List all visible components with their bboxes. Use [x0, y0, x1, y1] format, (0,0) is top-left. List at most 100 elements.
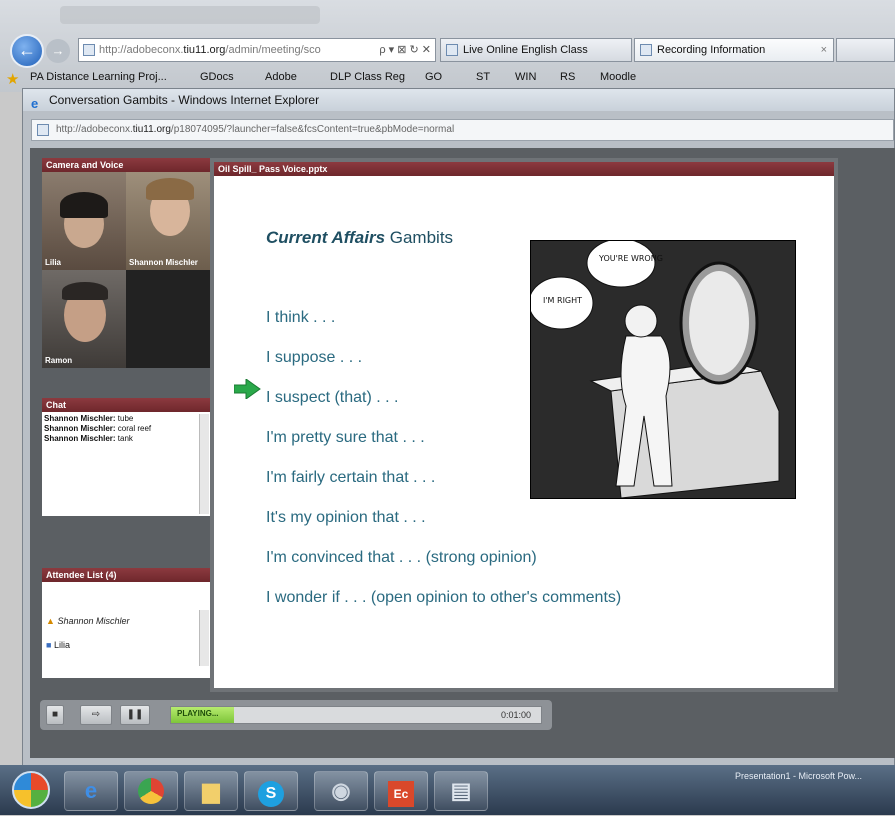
slide-title-rest: Gambits — [385, 228, 454, 247]
chat-sender: Shannon Mischler: — [44, 424, 116, 433]
chat-text: tank — [117, 434, 133, 443]
pause-icon: ❚❚ — [126, 709, 144, 720]
taskbar-skype-button[interactable]: S — [244, 771, 298, 811]
attendee-row[interactable]: ▲ Shannon Mischler — [46, 616, 129, 626]
webcam-icon: ◉ — [331, 778, 351, 803]
playback-time: 0:01:00 — [500, 710, 531, 720]
attendee-name: Shannon Mischler — [57, 616, 130, 626]
chat-scrollbar[interactable] — [199, 414, 209, 514]
chat-pod-header: Chat — [42, 398, 210, 412]
attendee-scrollbar[interactable] — [199, 610, 209, 666]
tab-recording-information[interactable]: Recording Information × — [634, 38, 834, 62]
gambit-item: I'm fairly certain that . . . — [266, 469, 436, 486]
gambit-item: I wonder if . . . (open opinion to other… — [266, 589, 622, 606]
taskbar-app-button[interactable]: ▤ — [434, 771, 488, 811]
fav-moodle[interactable]: Moodle — [600, 71, 636, 83]
address-path: /admin/meeting/sco — [225, 44, 321, 56]
attendee-pod-header: Attendee List (4) — [42, 568, 210, 582]
fav-go[interactable]: GO — [425, 71, 442, 83]
chat-messages: Shannon Mischler: tube Shannon Mischler:… — [44, 414, 196, 444]
fav-pa-distance-learning[interactable]: PA Distance Learning Proj... — [30, 71, 167, 83]
popup-title: Conversation Gambits - Windows Internet … — [49, 93, 320, 107]
page-icon — [83, 44, 95, 56]
person-hair — [60, 192, 108, 218]
fav-st[interactable]: ST — [476, 71, 490, 83]
gambit-item: I think . . . — [266, 309, 336, 326]
host-icon: ▲ — [46, 616, 55, 626]
gambit-item: I suppose . . . — [266, 349, 363, 366]
taskbar-explorer-button[interactable]: ▆ — [184, 771, 238, 811]
new-tab-button[interactable] — [836, 38, 895, 62]
taskbar-chrome-button[interactable] — [124, 771, 178, 811]
chrome-icon — [125, 772, 177, 816]
chat-message: Shannon Mischler: coral reef — [44, 424, 196, 434]
popup-address-domain: tiu11.org — [132, 124, 171, 135]
stop-button[interactable]: ■ — [46, 705, 64, 725]
folder-icon: ▆ — [202, 778, 220, 803]
ie-icon: e — [84, 778, 98, 803]
slide-title: Current Affairs Gambits — [266, 228, 453, 248]
mirror-cartoon-image: YOU'RE WRONG I'M RIGHT — [528, 238, 796, 499]
fav-win[interactable]: WIN — [515, 71, 536, 83]
attendee-pod: Attendee List (4) ▲ Shannon Mischler ■ L… — [42, 568, 210, 678]
playback-mode-button[interactable]: ⇨ — [80, 705, 112, 725]
playback-status: PLAYING... — [177, 709, 219, 718]
chat-message: Shannon Mischler: tank — [44, 434, 196, 444]
cartoon-drawing: YOU'RE WRONG I'M RIGHT — [528, 238, 795, 499]
person-hair — [146, 178, 194, 200]
chat-pod: Chat Shannon Mischler: tube Shannon Misc… — [42, 398, 210, 516]
chat-text: tube — [117, 414, 134, 423]
taskbar-ie-button[interactable]: e — [64, 771, 118, 811]
skype-icon: S — [245, 772, 297, 810]
camera-name: Shannon Mischler — [129, 258, 198, 267]
gambit-item: I'm convinced that . . . (strong opinion… — [266, 549, 537, 566]
green-pointer-arrow-icon — [234, 379, 261, 399]
chat-sender: Shannon Mischler: — [44, 414, 116, 423]
popup-address-bar[interactable]: http://adobeconx.tiu11.org/p18074095/?la… — [31, 119, 894, 141]
taskbar-window-label[interactable]: Presentation1 - Microsoft Pow... — [735, 771, 862, 781]
app-icon: ▤ — [450, 778, 472, 803]
chat-message: Shannon Mischler: tube — [44, 414, 196, 424]
tab-label: Recording Information — [657, 44, 766, 56]
fav-rs[interactable]: RS — [560, 71, 575, 83]
camera-feed-ramon[interactable]: Ramon — [42, 270, 126, 368]
back-button[interactable]: ← — [10, 34, 44, 68]
camera-feed-lilia[interactable]: Lilia — [42, 172, 126, 270]
address-domain: tiu11.org — [183, 44, 226, 56]
gambit-item: It's my opinion that . . . — [266, 509, 426, 526]
popup-address-path: /p18074095/?launcher=false&fcsContent=tr… — [170, 124, 455, 135]
camera-feed-shannon[interactable]: Shannon Mischler — [126, 172, 210, 270]
address-controls[interactable]: ρ ▾ ⊠ ↻ ✕ — [379, 39, 431, 61]
presentation-header: Oil Spill_ Pass Voice.pptx — [214, 162, 834, 176]
adobe-connect-icon: Ec — [375, 772, 427, 810]
fav-adobe[interactable]: Adobe — [265, 71, 297, 83]
fav-gdocs[interactable]: GDocs — [200, 71, 234, 83]
attendee-row[interactable]: ■ Lilia — [46, 640, 70, 650]
camera-voice-pod: Camera and Voice Lilia Shannon Mischler … — [42, 158, 210, 368]
pause-button[interactable]: ❚❚ — [120, 705, 150, 725]
tab-label: Live Online English Class — [463, 44, 588, 56]
ie-logo-icon: e — [31, 96, 39, 111]
forward-button[interactable]: → — [46, 39, 70, 63]
popup-title-bar: e Conversation Gambits - Windows Interne… — [23, 89, 894, 111]
playback-progress-bar[interactable]: PLAYING... 0:01:00 — [170, 706, 542, 724]
back-arrow-icon: ← — [18, 40, 36, 60]
tab-close-icon[interactable]: × — [821, 39, 827, 61]
tab-page-icon — [640, 44, 652, 56]
favorites-bar: PA Distance Learning Proj... GDocs Adobe… — [0, 68, 895, 90]
tab-live-online-english-class[interactable]: Live Online English Class — [440, 38, 632, 62]
taskbar-camera-button[interactable]: ◉ — [314, 771, 368, 811]
fav-dlp-class-reg[interactable]: DLP Class Reg — [330, 71, 405, 83]
slide-title-bold: Current Affairs — [266, 228, 386, 247]
windows-taskbar: e ▆ S ◉ Ec ▤ Presentation1 - Microsoft P… — [0, 765, 895, 815]
presentation-pod: Oil Spill_ Pass Voice.pptx Current Affai… — [210, 158, 838, 692]
camera-pod-header: Camera and Voice — [42, 158, 210, 172]
address-bar[interactable]: http://adobeconx.tiu11.org/admin/meeting… — [78, 38, 436, 62]
chat-text: coral reef — [117, 424, 152, 433]
cartoon-bubble-mirror: YOU'RE WRONG — [598, 254, 663, 263]
playback-controls: ■ ⇨ ❚❚ PLAYING... 0:01:00 — [40, 700, 552, 730]
tab-page-icon — [446, 44, 458, 56]
gambit-item: I suspect (that) . . . — [266, 389, 399, 406]
taskbar-connect-button[interactable]: Ec — [374, 771, 428, 811]
windows-start-icon[interactable] — [12, 771, 50, 809]
